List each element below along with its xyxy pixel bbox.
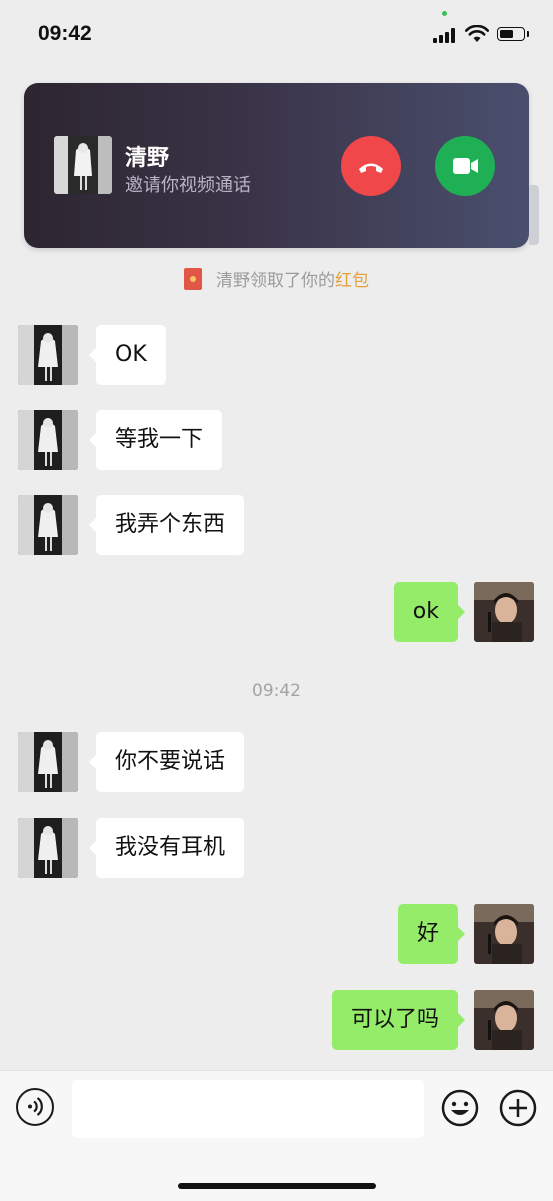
decline-call-button[interactable] (341, 136, 401, 196)
status-bar: 09:42 (0, 0, 553, 70)
camera-indicator-dot (442, 11, 447, 16)
message-bubble-outgoing[interactable]: 可以了吗 (331, 990, 466, 1050)
red-packet-icon (184, 268, 202, 290)
wifi-icon (465, 25, 489, 42)
message-input[interactable] (72, 1080, 424, 1138)
phone-hangup-icon (359, 163, 383, 173)
contact-avatar[interactable] (18, 410, 78, 470)
background-card-edge (529, 185, 539, 245)
notice-text: 清野领取了你的 (216, 271, 335, 291)
message-bubble-incoming[interactable]: 等我一下 (88, 410, 223, 470)
caller-name: 清野 (125, 146, 170, 171)
video-camera-icon (453, 158, 478, 174)
contact-avatar[interactable] (18, 495, 78, 555)
message-bubble-incoming[interactable]: 我没有耳机 (88, 818, 245, 878)
call-invite-text: 邀请你视频通话 (125, 175, 251, 196)
emoji-icon (441, 1089, 479, 1127)
voice-input-button[interactable] (16, 1088, 54, 1126)
battery-icon (497, 27, 531, 43)
accept-video-call-button[interactable] (435, 136, 495, 196)
caller-avatar (54, 136, 112, 194)
red-packet-link[interactable]: 红包 (335, 271, 369, 291)
red-packet-notice: 清野领取了你的红包 (0, 266, 553, 291)
status-time: 09:42 (38, 22, 92, 45)
more-actions-button[interactable] (498, 1088, 538, 1128)
cellular-signal-icon (433, 27, 459, 43)
plus-icon (499, 1089, 537, 1127)
contact-avatar[interactable] (18, 818, 78, 878)
message-bubble-outgoing[interactable]: 好 (397, 904, 466, 964)
message-bubble-outgoing[interactable]: ok (393, 582, 466, 642)
message-bubble-incoming[interactable]: 我弄个东西 (88, 495, 245, 555)
voice-icon (28, 1097, 43, 1116)
my-avatar[interactable] (474, 990, 534, 1050)
emoji-button[interactable] (440, 1088, 480, 1128)
my-avatar[interactable] (474, 582, 534, 642)
message-bubble-incoming[interactable]: OK (89, 325, 166, 385)
my-avatar[interactable] (474, 904, 534, 964)
contact-avatar[interactable] (18, 325, 78, 385)
chat-timestamp: 09:42 (252, 681, 301, 701)
home-indicator[interactable] (178, 1183, 376, 1189)
contact-avatar[interactable] (18, 732, 78, 792)
message-bubble-incoming[interactable]: 你不要说话 (88, 732, 245, 792)
